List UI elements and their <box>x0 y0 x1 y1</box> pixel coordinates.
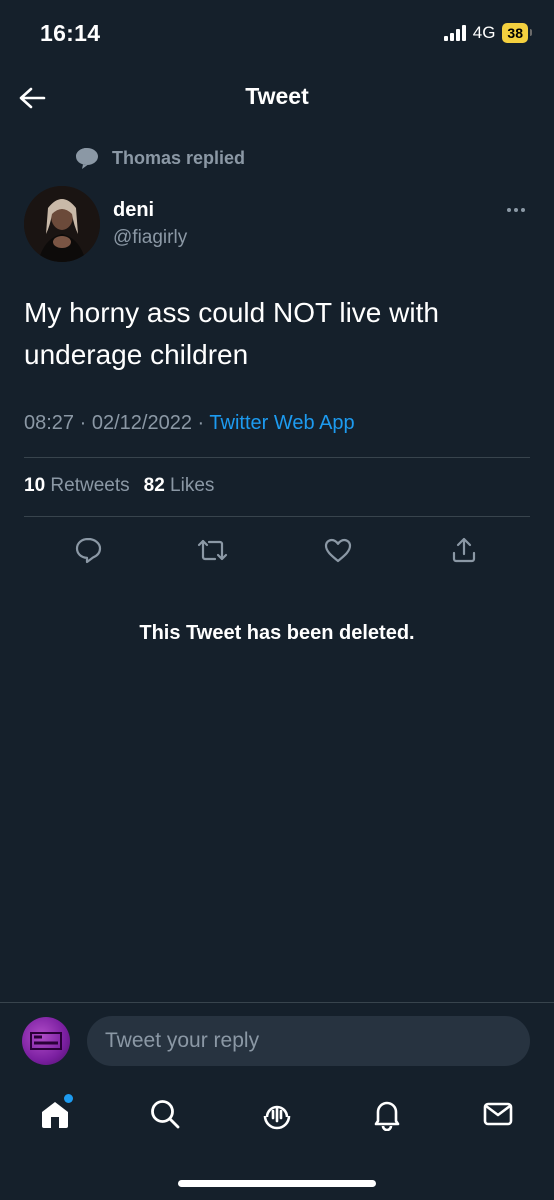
messages-icon <box>483 1102 513 1126</box>
meta-separator: · <box>79 412 87 434</box>
likes-stat[interactable]: 82 Likes <box>144 475 215 497</box>
status-time: 16:14 <box>40 20 101 46</box>
meta-separator: · <box>197 412 205 434</box>
tweet-stats: 10 Retweets 82 Likes <box>24 475 214 497</box>
reply-context-text: Thomas replied <box>112 147 246 168</box>
user-avatar[interactable] <box>22 1017 70 1065</box>
like-button[interactable] <box>320 532 356 568</box>
divider <box>24 516 530 517</box>
likes-label: Likes <box>170 475 215 496</box>
retweets-label: Retweets <box>50 475 130 496</box>
share-button[interactable] <box>446 532 482 568</box>
divider <box>24 457 530 458</box>
reply-icon <box>75 537 102 564</box>
notifications-icon <box>374 1101 400 1131</box>
avatar-photo <box>24 186 100 262</box>
tweet-meta: 08:27 · 02/12/2022 · Twitter Web App <box>24 412 355 435</box>
page-title: Tweet <box>245 83 309 109</box>
top-nav: Tweet <box>0 68 554 128</box>
tab-search[interactable] <box>145 1094 185 1134</box>
retweet-button[interactable] <box>194 532 230 568</box>
author-avatar[interactable] <box>24 186 100 262</box>
status-bar: 16:14 4G 38 <box>0 0 554 68</box>
tweet-source-link[interactable]: Twitter Web App <box>209 412 354 434</box>
author-name[interactable]: deni <box>113 199 154 222</box>
reply-button[interactable] <box>70 532 106 568</box>
retweet-icon <box>197 539 228 561</box>
league-logo-icon <box>30 1032 62 1050</box>
tab-home[interactable] <box>35 1094 75 1134</box>
author-handle[interactable]: @fiagirly <box>113 227 187 249</box>
tweet-date: 02/12/2022 <box>91 412 192 434</box>
tab-spaces[interactable] <box>257 1094 297 1134</box>
tweet-time: 08:27 <box>24 412 75 434</box>
bottom-tab-bar <box>0 1084 554 1144</box>
tweet-actions <box>0 530 554 570</box>
status-indicators: 4G 38 <box>443 23 532 43</box>
tab-messages[interactable] <box>478 1094 518 1134</box>
network-label: 4G <box>472 23 496 42</box>
retweets-count: 10 <box>24 475 46 496</box>
like-icon <box>324 538 352 563</box>
reply-input[interactable] <box>87 1016 530 1066</box>
share-icon <box>452 537 476 563</box>
reply-composer <box>0 1002 554 1078</box>
deleted-tweet-notice: This Tweet has been deleted. <box>139 622 415 644</box>
reply-context[interactable]: Thomas replied <box>74 146 245 170</box>
spaces-icon <box>263 1105 291 1130</box>
more-options-icon[interactable] <box>502 204 530 216</box>
battery-icon: 38 <box>502 23 532 43</box>
tweet-author: deni @fiagirly <box>24 186 534 262</box>
home-indicator <box>178 1180 376 1187</box>
speech-bubble-icon <box>76 148 98 169</box>
new-content-dot <box>64 1094 73 1103</box>
tweet-text: My horny ass could NOT live with underag… <box>24 297 439 370</box>
signal-icon <box>443 25 466 41</box>
search-icon <box>151 1100 180 1129</box>
tab-notifications[interactable] <box>367 1094 407 1134</box>
retweets-stat[interactable]: 10 Retweets <box>24 475 130 497</box>
likes-count: 82 <box>143 475 165 496</box>
